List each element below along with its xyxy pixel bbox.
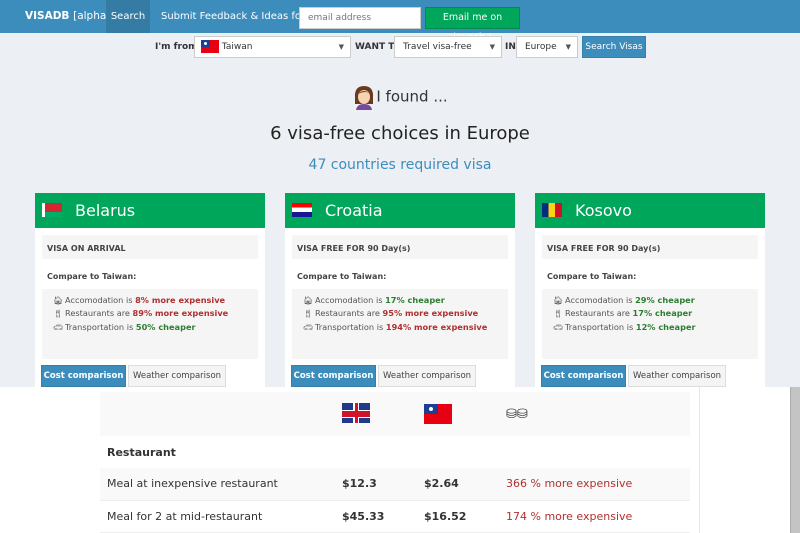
- table-row: Meal for 2 at mid-restaurant $45.33 $16.52…: [100, 500, 690, 532]
- country-card: Belarus VISA ON ARRIVAL Compare to Taiwa…: [35, 193, 265, 387]
- card-header[interactable]: Belarus: [35, 193, 265, 228]
- cutlery-icon: 🍴︎: [553, 309, 564, 319]
- visa-type: VISA FREE FOR 90 Day(s): [292, 235, 508, 259]
- nav-search[interactable]: Search: [106, 0, 150, 33]
- cutlery-icon: 🍴︎: [53, 309, 64, 319]
- weather-comparison-button[interactable]: Weather comparison: [628, 365, 726, 387]
- compare-label: Compare to Taiwan:: [297, 272, 387, 281]
- belarus-flag-icon: [42, 203, 62, 217]
- car-icon: 🚗︎: [53, 322, 64, 332]
- cost-summary-row: 🍴︎ Restaurants are 95% more expensive: [303, 307, 497, 320]
- kosovo-flag-icon: [542, 203, 562, 217]
- weather-comparison-button[interactable]: Weather comparison: [128, 365, 226, 387]
- avatar-icon: [355, 86, 374, 110]
- cost-comparison-button[interactable]: Cost comparison: [41, 365, 126, 387]
- uk-flag-icon: [342, 402, 370, 423]
- cost-comparison-panel: ⛁⛁ Restaurant Meal at inexpensive restau…: [0, 387, 800, 533]
- home-icon: 🏠︎: [303, 296, 314, 305]
- cost-comparison-button[interactable]: Cost comparison: [541, 365, 626, 387]
- visa-type: VISA FREE FOR 90 Day(s): [542, 235, 758, 259]
- car-icon: 🚗︎: [303, 322, 314, 332]
- car-icon: 🚗︎: [553, 322, 564, 332]
- cost-summary: 🏠︎ Accomodation is 17% cheaper 🍴︎ Restauran…: [292, 289, 508, 359]
- chevron-down-icon: ▼: [565, 43, 571, 51]
- cost-summary: 🏠︎ Accomodation is 29% cheaper 🍴︎ Restauran…: [542, 289, 758, 359]
- found-intro: I found ...: [0, 84, 800, 110]
- cost-summary-row: 🏠︎ Accomodation is 8% more expensive: [53, 294, 247, 307]
- taiwan-flag-icon: [424, 404, 452, 424]
- card-header[interactable]: Croatia: [285, 193, 515, 228]
- divider: [699, 387, 700, 533]
- compare-label: Compare to Taiwan:: [547, 272, 637, 281]
- email-launch-button[interactable]: Email me on launch !: [425, 7, 520, 43]
- cost-comparison-button[interactable]: Cost comparison: [291, 365, 376, 387]
- scrollbar[interactable]: [790, 387, 800, 533]
- cost-summary-row: 🏠︎ Accomodation is 29% cheaper: [553, 294, 747, 307]
- compare-label: Compare to Taiwan:: [47, 272, 137, 281]
- cost-summary-row: 🍴︎ Restaurants are 89% more expensive: [53, 307, 247, 320]
- from-label: I'm from: [155, 42, 198, 52]
- chevron-down-icon: ▼: [489, 43, 495, 51]
- table-header-row: ⛁⛁: [100, 392, 690, 436]
- travel-type-select[interactable]: Travel visa-free ▼: [394, 36, 502, 58]
- category-restaurant: Restaurant: [107, 445, 176, 459]
- table-row: Meal at inexpensive restaurant $12.3 $2.64…: [100, 468, 690, 500]
- cost-summary-row: 🚗︎ Transportation is 194% more expensive: [303, 321, 497, 334]
- home-icon: 🏠︎: [53, 296, 64, 305]
- from-country-select[interactable]: Taiwan ▼: [194, 36, 351, 58]
- cost-summary-row: 🏠︎ Accomodation is 17% cheaper: [303, 294, 497, 307]
- chevron-down-icon: ▼: [338, 43, 344, 51]
- email-input[interactable]: [299, 7, 421, 29]
- in-label: IN: [505, 42, 516, 52]
- country-card: Croatia VISA FREE FOR 90 Day(s) Compare …: [285, 193, 515, 387]
- cost-summary: 🏠︎ Accomodation is 8% more expensive 🍴︎ Res…: [42, 289, 258, 359]
- brand-logo[interactable]: VISADB [alpha]: [25, 10, 110, 22]
- top-navbar: VISADB [alpha] Search Submit Feedback & …: [0, 0, 800, 43]
- card-header[interactable]: Kosovo: [535, 193, 765, 228]
- cost-summary-row: 🚗︎ Transportation is 50% cheaper: [53, 321, 247, 334]
- weather-comparison-button[interactable]: Weather comparison: [378, 365, 476, 387]
- search-visas-button[interactable]: Search Visas: [582, 36, 646, 58]
- cost-summary-row: 🚗︎ Transportation is 12% cheaper: [553, 321, 747, 334]
- results-headline: 6 visa-free choices in Europe: [270, 123, 530, 144]
- cost-summary-row: 🍴︎ Restaurants are 17% cheaper: [553, 307, 747, 320]
- taiwan-flag-icon: [201, 40, 219, 53]
- brand-tag: [alpha]: [73, 10, 111, 22]
- home-icon: 🏠︎: [553, 296, 564, 305]
- cutlery-icon: 🍴︎: [303, 309, 314, 319]
- cost-table: ⛁⛁ Restaurant Meal at inexpensive restau…: [100, 392, 690, 533]
- visa-type: VISA ON ARRIVAL: [42, 235, 258, 259]
- region-select[interactable]: Europe ▼: [516, 36, 578, 58]
- croatia-flag-icon: [292, 203, 312, 217]
- country-card: Kosovo VISA FREE FOR 90 Day(s) Compare t…: [535, 193, 765, 387]
- coins-icon: ⛁⛁: [506, 406, 528, 422]
- required-visa-link[interactable]: 47 countries required visa: [0, 157, 800, 173]
